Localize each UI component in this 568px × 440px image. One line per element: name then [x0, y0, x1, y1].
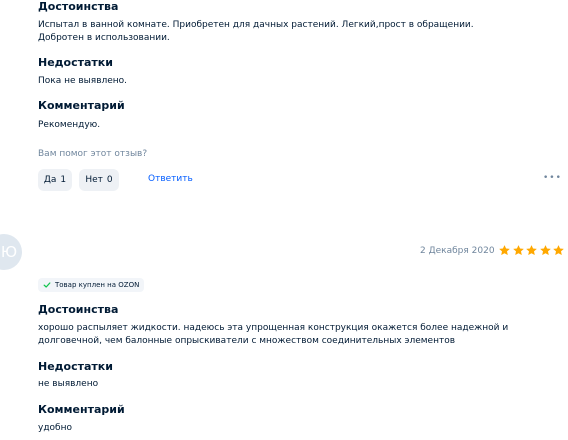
- helpful-no-button[interactable]: Нет 0: [79, 169, 119, 191]
- helpful-question: Вам помог этот отзыв?: [38, 149, 148, 159]
- comment-text: удобно: [38, 423, 72, 433]
- pros-heading: Достоинства: [38, 0, 119, 13]
- comment-text: Рекомендую.: [38, 120, 101, 130]
- pros-heading: Достоинства: [38, 303, 119, 316]
- pros-text: Испытал в ванной комнате. Приобретен для…: [38, 20, 474, 43]
- pros-text: хорошо распыляет жидкости. надеюсь эта у…: [38, 323, 509, 346]
- cons-text: Пока не выявлено.: [38, 76, 128, 86]
- comment-heading: Комментарий: [38, 403, 125, 416]
- star-icon: [512, 245, 524, 256]
- star-icon: [526, 245, 537, 256]
- verified-purchase-badge: Товар куплен на OZON: [38, 278, 145, 292]
- no-count: 0: [106, 175, 113, 185]
- star-icon: [539, 245, 551, 256]
- avatar: Ю: [0, 234, 22, 270]
- comment-heading: Комментарий: [38, 99, 125, 112]
- avatar-letter: Ю: [0, 243, 18, 261]
- reply-button[interactable]: Ответить: [148, 174, 193, 184]
- review-date: 2 Декабря 2020: [420, 246, 495, 256]
- rating-stars: [498, 244, 566, 257]
- no-label: Нет: [85, 175, 103, 185]
- yes-label: Да: [43, 175, 57, 185]
- verified-label: Товар куплен на OZON: [55, 281, 140, 289]
- checkmark-icon: [43, 282, 51, 288]
- helpful-yes-button[interactable]: Да 1: [38, 169, 72, 191]
- yes-count: 1: [60, 175, 67, 185]
- more-options-button[interactable]: •••: [543, 173, 562, 183]
- star-icon: [553, 245, 564, 256]
- star-icon: [499, 245, 510, 256]
- cons-heading: Недостатки: [38, 56, 113, 69]
- cons-text: не выявлено: [38, 379, 99, 389]
- cons-heading: Недостатки: [38, 360, 113, 373]
